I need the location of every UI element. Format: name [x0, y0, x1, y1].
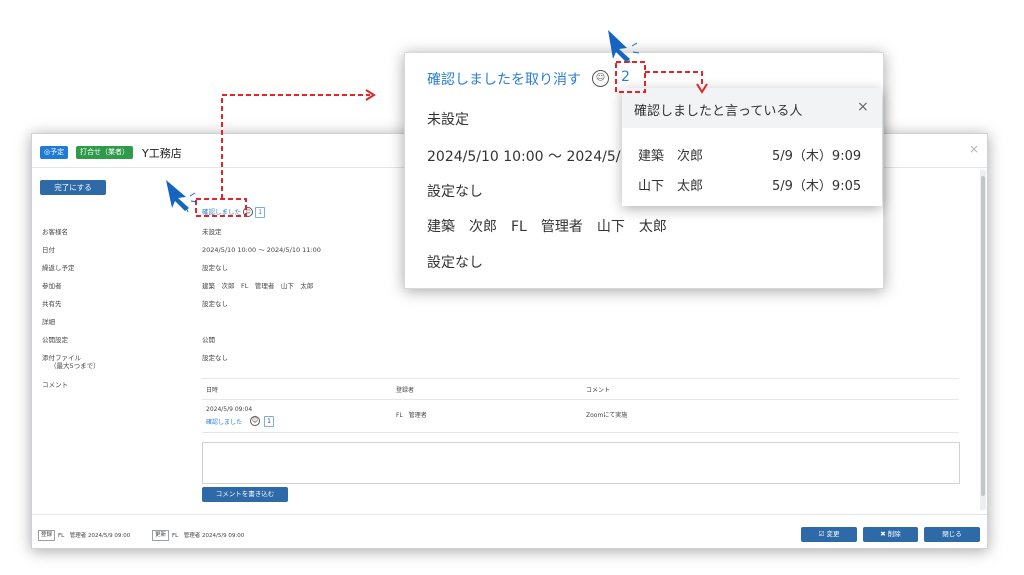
field-label-customer: お客様名 [42, 228, 68, 236]
schedule-badge: ◎予定 [40, 146, 69, 159]
close-icon[interactable]: × [969, 142, 979, 156]
zoom-share: 設定なし [427, 255, 483, 271]
confirmer-name: 建築 次郎 [638, 149, 704, 164]
field-label-attachment-note: （最大5つまで） [50, 362, 100, 370]
confirm-link[interactable]: 確認しました [202, 208, 241, 216]
registered-info: FL 管理者 2024/5/9 09:00 [58, 533, 131, 539]
registered-tag: 登録 [38, 530, 56, 541]
field-label-date: 日付 [42, 246, 55, 254]
close-icon[interactable]: × [857, 99, 869, 115]
comment-author: FL 管理者 [396, 412, 427, 419]
arrow-head-icon [365, 89, 376, 101]
zoom-cancel-confirm-link[interactable]: 確認しましたを取り消す [427, 69, 581, 89]
confirmer-time: 5/9（木）9:05 [772, 179, 862, 194]
zoom-participants: 建築 次郎 FL 管理者 山下 太郎 [427, 219, 667, 235]
comment-table-header: 日時 登録者 コメント [202, 378, 959, 400]
comment-confirm-link[interactable]: 確認しました [206, 417, 242, 426]
col-header-datetime: 日時 [206, 387, 219, 394]
comment-row: 2024/5/9 09:04 確認しました ☺ 1 FL 管理者 Zoomにて実… [202, 400, 959, 433]
popover-header: 確認しましたと言っている人 × [622, 88, 882, 128]
zoom-confirm-count[interactable]: 2 [621, 69, 630, 85]
comment-table: 日時 登録者 コメント 2024/5/9 09:04 確認しました ☺ 1 FL… [202, 378, 959, 433]
zoom-date: 2024/5/10 10:00 〜 2024/5/10 [427, 149, 639, 165]
comment-confirm-count[interactable]: 1 [264, 416, 274, 427]
field-value-visibility: 公開 [202, 336, 215, 344]
delete-button[interactable]: ✖ 削除 [863, 527, 918, 542]
field-label-detail: 詳細 [42, 318, 55, 326]
edit-button[interactable]: ☑ 変更 [801, 527, 857, 542]
comment-input[interactable] [202, 442, 960, 484]
updated-tag: 更新 [152, 530, 170, 541]
updated-info: FL 管理者 2024/5/9 09:00 [172, 533, 245, 539]
modal-footer: 登録 FL 管理者 2024/5/9 09:00 更新 FL 管理者 2024/… [32, 514, 987, 549]
confirm-row: 確認しました ☺ 1 [202, 206, 266, 218]
confirmers-popover: 確認しましたと言っている人 × 建築 次郎 5/9（木）9:09 山下 太郎 5… [622, 88, 882, 206]
smiley-icon[interactable]: ☺ [243, 207, 254, 217]
smiley-icon[interactable]: ☺ [592, 70, 609, 87]
field-label-repeat: 繰返し予定 [42, 264, 75, 272]
complete-button[interactable]: 完了にする [40, 180, 106, 195]
confirmer-time: 5/9（木）9:09 [772, 149, 862, 164]
zoom-customer: 未設定 [427, 112, 469, 128]
modal-title: Y工務店 [142, 147, 182, 160]
confirmer-name: 山下 太郎 [638, 179, 704, 194]
field-label-share: 共有先 [42, 300, 62, 308]
field-value-customer: 未設定 [202, 228, 222, 236]
write-comment-button[interactable]: コメントを書き込む [202, 487, 288, 502]
field-label-visibility: 公開設定 [42, 336, 68, 344]
category-badge: 打合せ（業者） [76, 146, 133, 159]
confirm-count[interactable]: 1 [255, 206, 266, 218]
scrollbar[interactable] [980, 170, 986, 510]
field-value-attachment: 設定なし [202, 354, 228, 362]
field-value-date: 2024/5/10 10:00 〜 2024/5/10 11:00 [202, 246, 321, 254]
field-value-participants: 建築 次郎 FL 管理者 山下 太郎 [202, 282, 314, 290]
comment-datetime: 2024/5/9 09:04 [206, 406, 253, 413]
field-value-share: 設定なし [202, 300, 228, 308]
scrollbar-thumb[interactable] [981, 176, 985, 496]
field-label-comment: コメント [42, 381, 68, 389]
smiley-icon[interactable]: ☺ [250, 416, 260, 426]
close-button[interactable]: 閉じる [924, 527, 980, 542]
comment-text: Zoomにて実施 [586, 412, 628, 419]
popover-title: 確認しましたと言っている人 [634, 104, 803, 119]
field-value-repeat: 設定なし [202, 264, 228, 272]
col-header-comment: コメント [586, 387, 611, 394]
zoom-repeat: 設定なし [427, 184, 483, 200]
col-header-author: 登録者 [396, 387, 415, 394]
field-label-participants: 参加者 [42, 282, 62, 290]
